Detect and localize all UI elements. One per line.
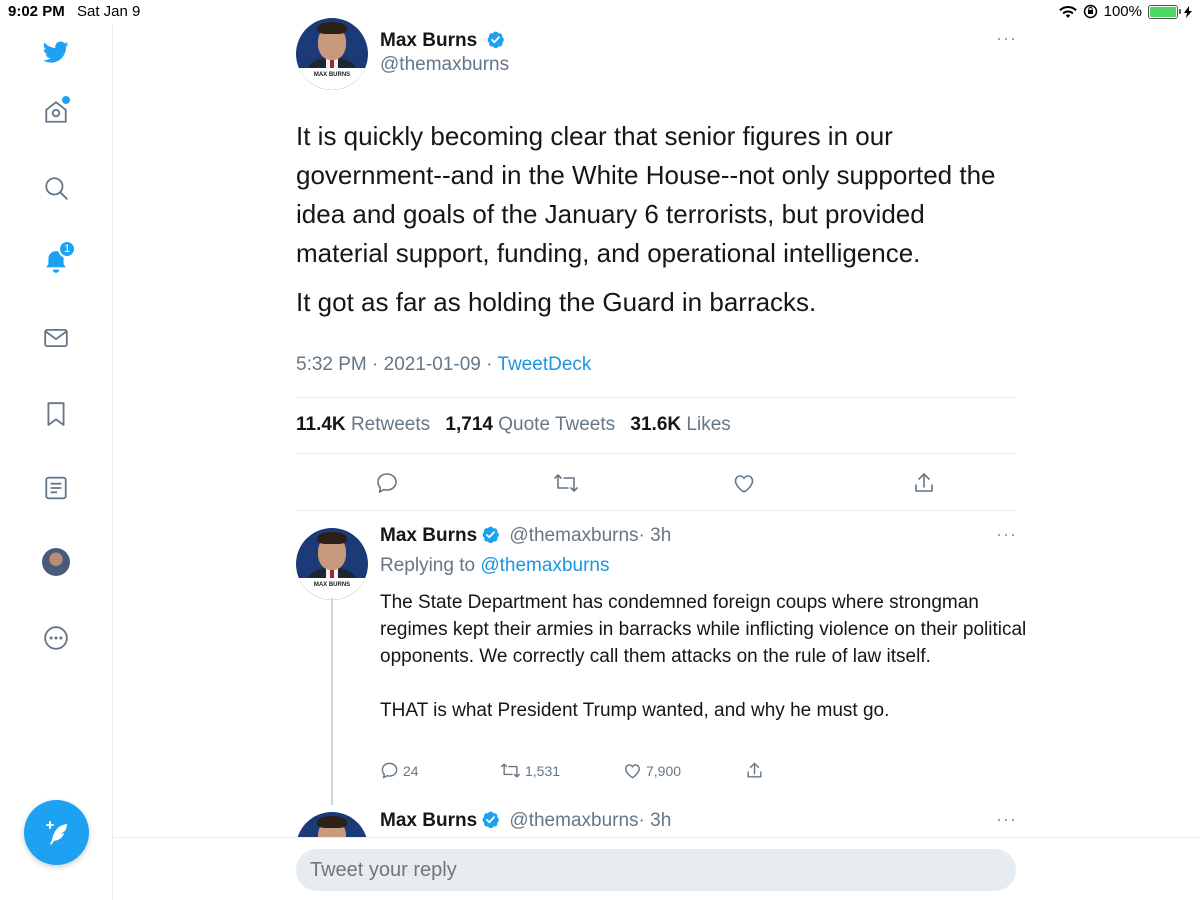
reply-author-row[interactable]: Max Burns @themaxburns· 3h xyxy=(380,525,671,547)
like-button[interactable] xyxy=(730,469,758,497)
author-handle[interactable]: @themaxburns xyxy=(380,54,509,76)
reply-reply-button[interactable]: 24 xyxy=(380,761,419,780)
quotes-count: 1,714 xyxy=(445,414,493,435)
battery-icon xyxy=(1148,4,1181,19)
tweet-stats: 11.4K Retweets 1,714 Quote Tweets 31.6K … xyxy=(296,414,731,436)
new-tweets-dot xyxy=(62,96,70,104)
twitter-logo-icon[interactable] xyxy=(40,36,72,68)
status-bar: 9:02 PM Sat Jan 9 100% xyxy=(0,0,1200,24)
tweet-time[interactable]: 5:32 PM xyxy=(296,354,367,375)
reply-actions: 24 1,531 7,900 xyxy=(380,761,800,785)
battery-percent: 100% xyxy=(1103,3,1142,20)
tweet-date[interactable]: 2021-01-09 xyxy=(384,354,481,375)
next-reply-time-ago: · 3h xyxy=(638,810,672,831)
thread-line xyxy=(331,598,333,805)
tweet-text: It is quickly becoming clear that senior… xyxy=(296,117,1016,332)
reply-author-avatar[interactable]: MAX BURNS xyxy=(296,528,368,600)
reply-count: 24 xyxy=(403,762,419,779)
share-button[interactable] xyxy=(910,469,938,497)
compose-feather-icon xyxy=(45,820,67,845)
reply-paragraph: The State Department has condemned forei… xyxy=(380,592,1027,667)
next-reply-author-handle: @themaxburns xyxy=(509,810,639,831)
compose-tweet-button[interactable] xyxy=(24,800,89,865)
replying-to: Replying to @themaxburns xyxy=(380,555,609,577)
charging-icon xyxy=(1184,5,1192,18)
reply-bar xyxy=(113,837,1200,900)
reply-author-handle: @themaxburns xyxy=(509,525,639,546)
reply-paragraph: THAT is what President Trump wanted, and… xyxy=(380,700,890,721)
retweet-count: 1,531 xyxy=(525,762,561,779)
retweet-button[interactable] xyxy=(552,469,580,497)
quotes-label: Quote Tweets xyxy=(498,414,616,435)
likes-label: Likes xyxy=(686,414,731,435)
next-reply-more-icon[interactable]: ··· xyxy=(996,809,1016,829)
profile-avatar[interactable] xyxy=(40,546,72,578)
tweet-actions xyxy=(296,469,1016,499)
reply-like-button[interactable]: 7,900 xyxy=(623,761,681,780)
reply-input[interactable] xyxy=(296,849,1016,891)
retweets-label: Retweets xyxy=(350,414,431,435)
meta-separator: · xyxy=(366,354,384,375)
next-reply-author-row[interactable]: Max Burns @themaxburns· 3h xyxy=(380,810,671,832)
avatar-banner: MAX BURNS xyxy=(296,68,368,90)
retweets-stat[interactable]: 11.4K Retweets xyxy=(296,414,430,435)
verified-badge-icon xyxy=(487,31,504,49)
replying-to-label: Replying to xyxy=(380,555,476,576)
meta-separator: · xyxy=(480,354,498,375)
reply-icon xyxy=(377,473,397,493)
reply-icon xyxy=(381,762,398,779)
tweet-source-link[interactable]: TweetDeck xyxy=(497,354,591,375)
retweet-icon xyxy=(501,763,520,778)
wifi-icon xyxy=(1058,5,1077,18)
next-reply-author-name: Max Burns xyxy=(380,810,478,831)
lists-icon[interactable] xyxy=(40,472,72,504)
author-avatar[interactable]: MAX BURNS xyxy=(296,18,368,90)
like-count: 7,900 xyxy=(646,762,682,779)
author-name-row[interactable]: Max Burns xyxy=(380,30,505,52)
status-right: 100% xyxy=(1058,3,1192,20)
notifications-icon[interactable]: 1 xyxy=(40,240,76,278)
bookmarks-icon[interactable] xyxy=(40,398,72,430)
notification-badge: 1 xyxy=(58,240,76,258)
replying-to-handle-link[interactable]: @themaxburns xyxy=(480,555,609,576)
tweet-paragraph: It is quickly becoming clear that senior… xyxy=(296,121,996,268)
sidebar: 1 xyxy=(0,24,113,900)
verified-badge-icon xyxy=(482,526,499,544)
quote-tweets-stat[interactable]: 1,714 Quote Tweets xyxy=(445,414,615,435)
retweet-icon xyxy=(554,474,578,492)
reply-text: The State Department has condemned forei… xyxy=(380,589,1030,751)
share-icon xyxy=(747,762,762,778)
verified-badge-icon xyxy=(482,811,499,829)
reply-more-icon[interactable]: ··· xyxy=(996,524,1016,544)
more-options-icon[interactable] xyxy=(40,622,72,654)
tweet-meta: 5:32 PM · 2021-01-09 · TweetDeck xyxy=(296,354,591,376)
share-icon xyxy=(915,473,933,492)
likes-count: 31.6K xyxy=(630,414,682,435)
avatar xyxy=(42,548,70,576)
divider xyxy=(296,510,1016,511)
heart-icon xyxy=(734,475,754,493)
orientation-lock-icon xyxy=(1083,4,1097,19)
retweets-count: 11.4K xyxy=(296,414,346,435)
reply-retweet-button[interactable]: 1,531 xyxy=(500,761,560,780)
avatar-banner: MAX BURNS xyxy=(296,578,368,600)
messages-icon[interactable] xyxy=(40,322,72,354)
likes-stat[interactable]: 31.6K Likes xyxy=(630,414,730,435)
reply-share-button[interactable] xyxy=(745,761,764,780)
reply-time-ago: · 3h xyxy=(638,525,672,546)
tweet-paragraph: It got as far as holding the Guard in ba… xyxy=(296,287,817,317)
reply-button[interactable] xyxy=(373,469,401,497)
tweet-more-icon[interactable]: ··· xyxy=(996,28,1016,48)
divider xyxy=(296,397,1016,398)
reply-author-name: Max Burns xyxy=(380,525,478,546)
home-icon[interactable] xyxy=(40,96,72,128)
divider xyxy=(296,453,1016,454)
status-time: 9:02 PM xyxy=(8,3,65,20)
heart-icon xyxy=(625,764,640,779)
author-name: Max Burns xyxy=(380,30,478,51)
status-date: Sat Jan 9 xyxy=(77,3,141,20)
search-icon[interactable] xyxy=(40,172,72,204)
